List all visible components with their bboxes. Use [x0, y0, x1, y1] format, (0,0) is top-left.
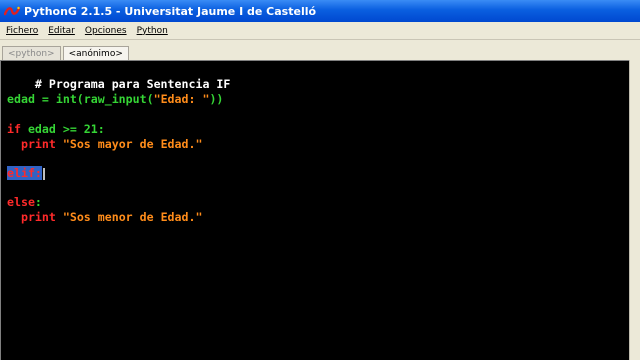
- code-line-1: # Programa para Sentencia IF: [7, 63, 230, 91]
- title-bar[interactable]: PythonG 2.1.5 - Universitat Jaume I de C…: [0, 0, 640, 22]
- code-keyword-print: print: [20, 210, 56, 224]
- code-keyword-print: print: [20, 137, 56, 151]
- code-assignment: edad = int(raw_input(: [7, 92, 154, 106]
- vertical-scrollbar[interactable]: [629, 60, 640, 360]
- code-line-10: else:: [7, 195, 42, 209]
- menu-bar: Fichero Editar Opciones Python: [0, 22, 640, 40]
- code-string: "Sos mayor de Edad.": [55, 137, 203, 151]
- python-logo-icon: [4, 4, 20, 18]
- code-condition: edad >= 21:: [20, 122, 105, 136]
- code-colon: :: [34, 195, 42, 209]
- code-string: "Sos menor de Edad.": [55, 210, 203, 224]
- code-selection: elif:: [7, 166, 42, 180]
- menu-editar-label: Editar: [48, 25, 75, 36]
- code-line-11: print "Sos menor de Edad.": [7, 210, 203, 224]
- code-comment: # Programa para Sentencia IF: [34, 77, 231, 91]
- code-line-8: elif:: [7, 166, 45, 180]
- window-title: PythonG 2.1.5 - Universitat Jaume I de C…: [24, 4, 317, 18]
- menu-python-label: Python: [136, 25, 168, 36]
- tab-bar: <python> <anónimo>: [0, 40, 640, 60]
- code-keyword-if: if: [7, 122, 21, 136]
- code-line-3: edad = int(raw_input("Edad: ")): [7, 92, 223, 106]
- menu-opciones-label: Opciones: [84, 25, 127, 36]
- code-string: "Edad: ": [153, 92, 210, 106]
- code-close-parens: )): [209, 92, 224, 106]
- tab-anonimo[interactable]: <anónimo>: [62, 46, 129, 60]
- text-cursor: [42, 167, 45, 180]
- code-line-6: print "Sos mayor de Edad.": [7, 137, 203, 151]
- menu-python[interactable]: Python: [133, 26, 172, 36]
- menu-editar[interactable]: Editar: [44, 26, 79, 36]
- code-keyword-else: else: [7, 195, 35, 209]
- code-line-5: if edad >= 21:: [7, 122, 105, 136]
- tab-python[interactable]: <python>: [2, 46, 61, 60]
- menu-fichero-label: Fichero: [6, 25, 39, 36]
- menu-fichero[interactable]: Fichero: [2, 26, 42, 36]
- code-editor[interactable]: # Programa para Sentencia IF edad = int(…: [0, 60, 629, 360]
- menu-opciones[interactable]: Opciones: [81, 26, 131, 36]
